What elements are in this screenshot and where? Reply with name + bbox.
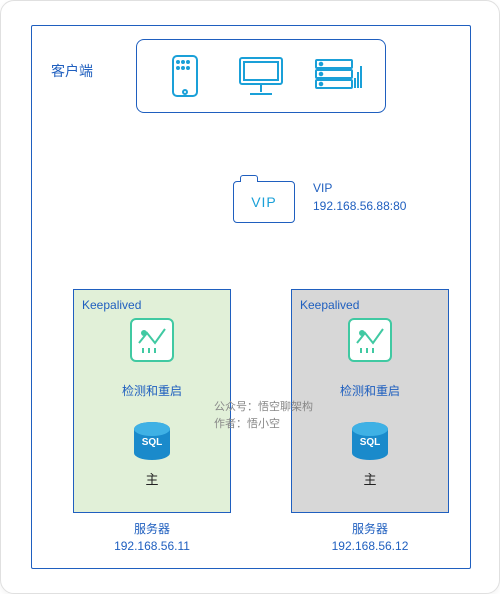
server-standby-box: Keepalived 检测和重启 SQL 主 bbox=[291, 289, 449, 513]
vip-caption: VIP bbox=[313, 181, 332, 195]
client-label: 客户端 bbox=[51, 61, 93, 81]
client-devices-box bbox=[136, 39, 386, 113]
server-name-left: 服务器 bbox=[73, 521, 231, 538]
server-rack-icon bbox=[311, 52, 363, 100]
server-active-footer: 服务器 192.168.56.11 bbox=[73, 521, 231, 555]
server-standby-title: Keepalived bbox=[300, 298, 440, 312]
detect-label-left: 检测和重启 bbox=[82, 382, 222, 399]
attribution-line1: 公众号：悟空聊架构 bbox=[214, 399, 313, 416]
server-ip-right: 192.168.56.12 bbox=[291, 538, 449, 555]
desktop-icon bbox=[235, 52, 287, 100]
attribution-line2: 作者：悟小空 bbox=[214, 416, 313, 433]
sql-label: SQL bbox=[348, 437, 392, 448]
mobile-icon bbox=[159, 52, 211, 100]
vip-box: VIP bbox=[233, 181, 295, 223]
server-active-box: Keepalived 检测和重启 SQL 主 bbox=[73, 289, 231, 513]
vip-address: 192.168.56.88:80 bbox=[313, 199, 406, 213]
vip-box-text: VIP bbox=[234, 182, 294, 222]
keepalived-icon bbox=[130, 318, 174, 362]
role-label-right: 主 bbox=[300, 469, 440, 488]
diagram-stage: 客户端 bbox=[0, 0, 500, 594]
detect-label-right: 检测和重启 bbox=[300, 382, 440, 399]
role-label-left: 主 bbox=[82, 469, 222, 488]
server-active-title: Keepalived bbox=[82, 298, 222, 312]
sql-icon: SQL bbox=[348, 419, 392, 463]
server-standby-footer: 服务器 192.168.56.12 bbox=[291, 521, 449, 555]
keepalived-icon bbox=[348, 318, 392, 362]
sql-icon: SQL bbox=[130, 419, 174, 463]
server-name-right: 服务器 bbox=[291, 521, 449, 538]
sql-label: SQL bbox=[130, 437, 174, 448]
attribution: 公众号：悟空聊架构 作者：悟小空 bbox=[214, 399, 313, 432]
server-ip-left: 192.168.56.11 bbox=[73, 538, 231, 555]
